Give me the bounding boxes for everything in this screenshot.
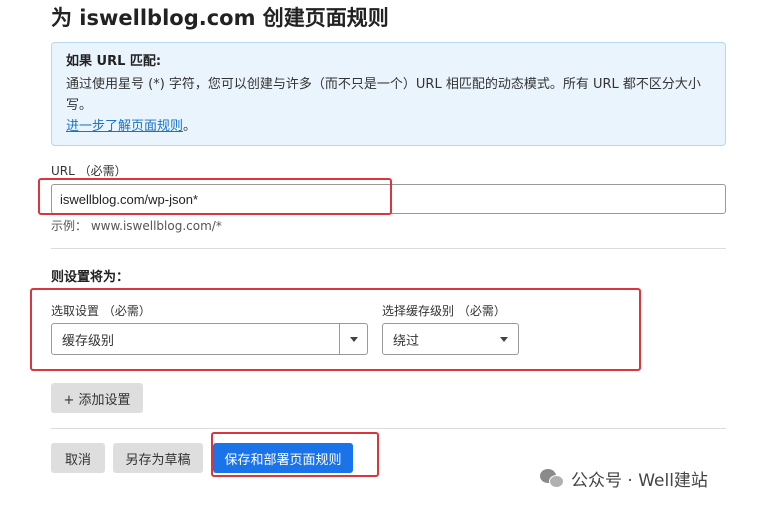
cancel-button[interactable]: 取消 [51,443,105,473]
url-example: 示例： www.iswellblog.com/* [51,219,222,233]
url-input[interactable] [51,184,726,214]
settings-section-title: 则设置将为： [51,270,130,285]
cache-level-value: 绕过 [393,333,420,349]
info-box: 如果 URL 匹配: 通过使用星号 (*) 字符，您可以创建与许多（而不只是一个… [51,42,726,146]
divider-bottom [51,428,726,429]
wechat-icon [540,468,564,489]
learn-more-link[interactable]: 进一步了解页面规则 [66,119,183,134]
url-label: URL （必需） [51,164,127,178]
cache-level-select[interactable]: 绕过 [382,323,519,355]
watermark: 公众号 · Well建站 [540,466,708,491]
info-title: 如果 URL 匹配: [66,54,162,69]
info-link-line: 进一步了解页面规则。 [66,116,711,137]
info-text: 通过使用星号 (*) 字符，您可以创建与许多（而不只是一个）URL 相匹配的动态… [66,77,701,113]
setting-dropdown-button[interactable] [339,324,367,354]
divider-top [51,248,726,249]
watermark-text: 公众号 · Well建站 [571,471,708,491]
page-title: 为 iswellblog.com 创建页面规则 [51,6,389,30]
save-deploy-button[interactable]: 保存和部署页面规则 [213,443,353,473]
info-link-suffix: 。 [183,119,197,134]
setting-select[interactable]: 缓存级别 [51,323,368,355]
save-draft-button[interactable]: 另存为草稿 [113,443,203,473]
chevron-down-icon [349,336,358,342]
setting-select-value: 缓存级别 [62,333,115,349]
cache-level-label: 选择缓存级别 （必需） [382,304,506,318]
setting-select-label: 选取设置 （必需） [51,304,151,318]
add-setting-button[interactable]: + 添加设置 [51,383,143,413]
chevron-down-icon [500,337,508,342]
